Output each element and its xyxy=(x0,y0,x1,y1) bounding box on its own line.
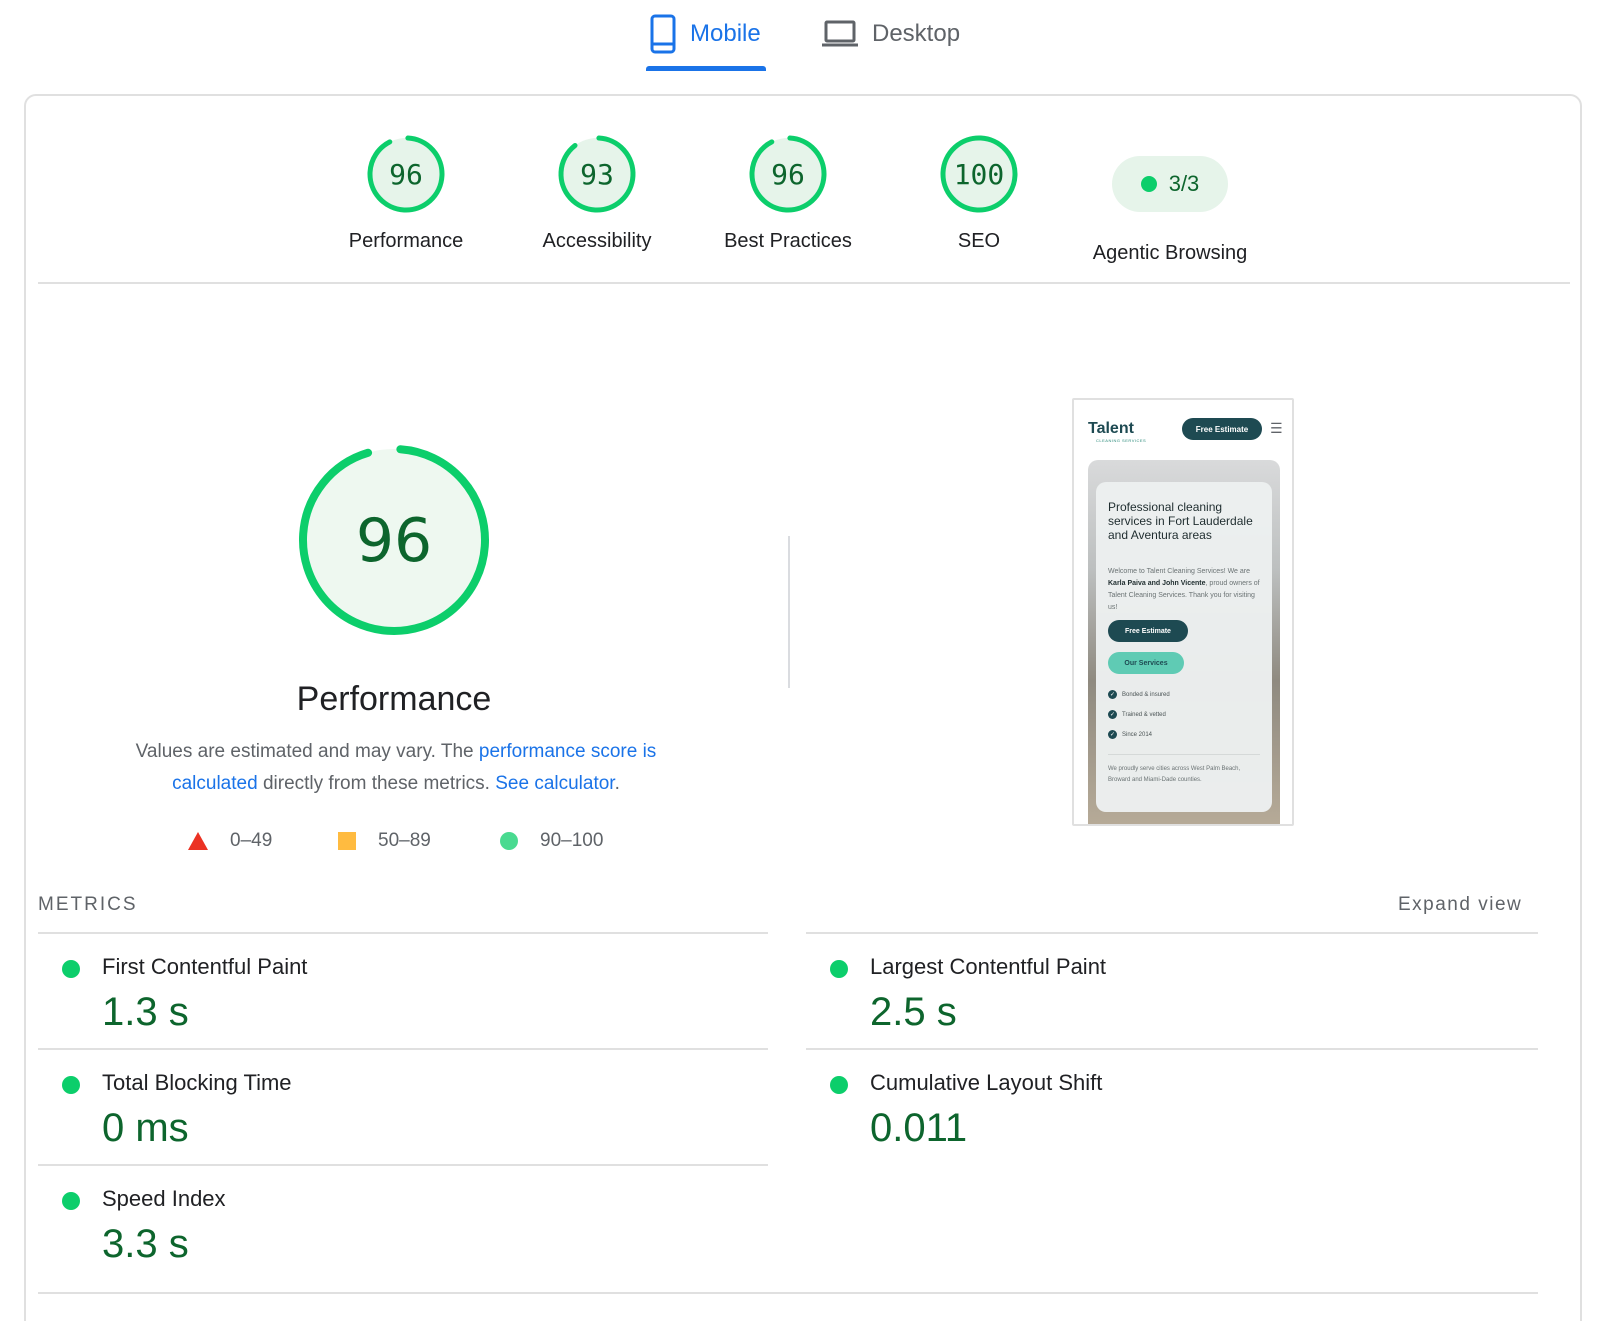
desc-text: . xyxy=(614,773,620,794)
gauge-seo[interactable]: 100 SEO xyxy=(889,134,1069,253)
metric-name: Speed Index xyxy=(102,1186,226,1211)
metric-value: 0.011 xyxy=(870,1106,968,1150)
pass-dot-icon xyxy=(830,1076,848,1094)
gauge-accessibility[interactable]: 93 Accessibility xyxy=(507,134,687,253)
metric-value: 3.3 s xyxy=(102,1222,189,1266)
gauge-score: 96 xyxy=(389,158,423,191)
thumb-check-item: ✓ Since 2014 xyxy=(1108,730,1152,739)
pass-dot-icon xyxy=(62,1192,80,1210)
gauge-score: 100 xyxy=(954,158,1005,191)
gauge-ring: 93 xyxy=(558,135,636,213)
phone-icon xyxy=(650,14,676,54)
thumb-check-item: ✓ Trained & vetted xyxy=(1108,710,1166,719)
thumb-estimate-button: Free Estimate xyxy=(1108,620,1188,642)
metric-value: 1.3 s xyxy=(102,990,189,1034)
check-icon: ✓ xyxy=(1108,730,1117,739)
gauge-label: Agentic Browsing xyxy=(1092,242,1248,264)
agentic-pill: 3/3 xyxy=(1112,156,1228,212)
thumb-body: Welcome to Talent Cleaning Services! We … xyxy=(1108,566,1264,614)
legend-average: 50–89 xyxy=(338,830,431,852)
thumb-hero-panel: Professional cleaning services in Fort L… xyxy=(1096,482,1272,812)
metric-value: 2.5 s xyxy=(870,990,957,1034)
metric-cumulative-layout-shift: Cumulative Layout Shift 0.011 xyxy=(806,1050,1536,1166)
pass-dot-icon xyxy=(62,960,80,978)
metric-name: Cumulative Layout Shift xyxy=(870,1070,1103,1095)
final-screenshot[interactable]: Talent CLEANING SERVICES Free Estimate ☰… xyxy=(1072,398,1294,826)
thumb-check-label: Bonded & insured xyxy=(1122,691,1170,698)
performance-title: Performance xyxy=(296,680,492,718)
thumb-services-button: Our Services xyxy=(1108,652,1184,674)
metric-speed-index: Speed Index 3.3 s xyxy=(38,1166,768,1282)
pass-dot-icon xyxy=(62,1076,80,1094)
pass-dot-icon xyxy=(1140,176,1157,192)
thumb-check-label: Since 2014 xyxy=(1122,731,1153,738)
divider xyxy=(38,1292,1538,1294)
vertical-divider xyxy=(788,536,790,688)
agentic-value: 3/3 xyxy=(1168,171,1200,196)
metric-first-contentful-paint: First Contentful Paint 1.3 s xyxy=(38,934,768,1050)
thumb-body-text: Welcome to Talent Cleaning Services! We … xyxy=(1108,568,1251,575)
metrics-title: METRICS xyxy=(38,894,138,915)
gauge-label: Performance xyxy=(348,230,464,252)
metric-name: First Contentful Paint xyxy=(102,954,308,979)
average-square-icon xyxy=(338,832,356,850)
fail-triangle-icon xyxy=(188,832,208,850)
gauge-ring: 100 xyxy=(940,135,1018,213)
gauge-score: 93 xyxy=(580,158,614,191)
tab-mobile[interactable]: Mobile xyxy=(650,12,761,56)
thumb-check-item: ✓ Bonded & insured xyxy=(1108,690,1170,699)
metric-value: 0 ms xyxy=(102,1106,189,1150)
check-icon: ✓ xyxy=(1108,710,1117,719)
pass-dot-icon xyxy=(830,960,848,978)
tab-desktop[interactable]: Desktop xyxy=(822,12,960,56)
hamburger-menu-icon: ☰ xyxy=(1270,420,1283,436)
gauge-score: 96 xyxy=(771,158,805,191)
gauge-label: SEO xyxy=(957,230,1001,252)
laptop-icon xyxy=(822,20,858,47)
gauge-ring: 96 xyxy=(367,135,445,213)
see-calculator-link[interactable]: See calculator xyxy=(495,773,614,794)
pass-circle-icon xyxy=(500,832,518,850)
performance-description: Values are estimated and may vary. The p… xyxy=(106,736,686,800)
thumb-check-label: Trained & vetted xyxy=(1122,711,1166,718)
legend-average-label: 50–89 xyxy=(378,830,431,851)
expand-view-button[interactable]: Expand view xyxy=(1398,894,1522,916)
gauge-label: Best Practices xyxy=(724,230,852,252)
device-tabs: Mobile Desktop xyxy=(0,0,1600,72)
gauge-label: Accessibility xyxy=(542,230,652,252)
thumb-headline: Professional cleaning services in Fort L… xyxy=(1108,500,1253,542)
gauge-agentic-browsing[interactable]: 3/3 Agentic Browsing xyxy=(1080,134,1260,265)
performance-gauge: 96 xyxy=(299,445,489,635)
tab-mobile-label: Mobile xyxy=(690,20,761,47)
thumb-footer: We proudly serve cities across West Palm… xyxy=(1108,766,1241,783)
active-tab-indicator xyxy=(646,66,766,71)
gauge-best-practices[interactable]: 96 Best Practices xyxy=(698,134,878,253)
metric-name: Total Blocking Time xyxy=(102,1070,292,1095)
legend-pass: 90–100 xyxy=(500,830,603,852)
thumb-free-estimate-button: Free Estimate xyxy=(1182,418,1262,440)
metric-largest-contentful-paint: Largest Contentful Paint 2.5 s xyxy=(806,934,1536,1050)
check-icon: ✓ xyxy=(1108,690,1117,699)
report-card: 96 Performance 93 Accessibility 96 Best … xyxy=(24,94,1582,1321)
legend-fail: 0–49 xyxy=(188,830,272,852)
gauge-performance[interactable]: 96 Performance xyxy=(316,134,496,253)
metric-total-blocking-time: Total Blocking Time 0 ms xyxy=(38,1050,768,1166)
tab-desktop-label: Desktop xyxy=(872,20,961,47)
performance-score: 96 xyxy=(356,506,432,576)
thumb-logo: Talent xyxy=(1088,420,1134,437)
desc-text: directly from these metrics. xyxy=(257,773,496,794)
desc-text: Values are estimated and may vary. The xyxy=(135,741,479,762)
legend-fail-label: 0–49 xyxy=(230,830,273,851)
thumb-logo-sub: CLEANING SERVICES xyxy=(1096,438,1147,443)
gauge-ring: 96 xyxy=(749,135,827,213)
thumb-divider xyxy=(1108,754,1260,755)
metric-name: Largest Contentful Paint xyxy=(870,954,1107,979)
thumb-body-owners: Karla Paiva and John Vicente xyxy=(1108,580,1206,587)
divider xyxy=(38,282,1570,284)
legend-pass-label: 90–100 xyxy=(540,830,604,851)
